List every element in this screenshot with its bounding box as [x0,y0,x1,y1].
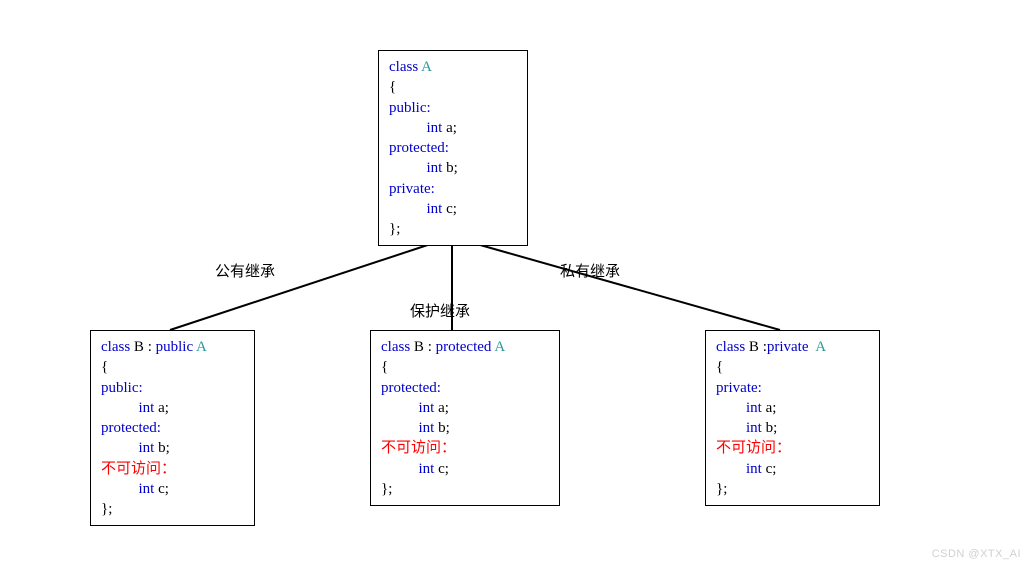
watermark-text: CSDN @XTX_AI [932,548,1021,560]
brace-open: { [389,77,517,97]
class-a-box: class A { public: int a; protected: int … [378,50,528,246]
inaccessible-label: 不可访问： [101,459,244,479]
member-b: b; [446,160,458,176]
access-public: public: [389,98,517,118]
member-a: a; [446,120,457,136]
keyword-class: class [389,59,421,75]
member-c: c; [446,201,457,217]
class-b-private-box: class B :private A { private: int a; int… [705,330,880,506]
brace-close: }; [389,219,517,239]
label-protected-inherit: 保护继承 [410,300,470,321]
access-private: private: [389,179,517,199]
label-private-inherit: 私有继承 [560,260,620,281]
access-protected: protected: [389,138,517,158]
class-b-public-box: class B : public A { public: int a; prot… [90,330,255,526]
inaccessible-label: 不可访问： [716,438,869,458]
inaccessible-label: 不可访问： [381,438,549,458]
class-name-a: A [421,59,432,75]
keyword-protected: protected [436,339,495,355]
keyword-public: public [156,339,196,355]
class-b-protected-box: class B : protected A { protected: int a… [370,330,560,506]
label-public-inherit: 公有继承 [215,260,275,281]
keyword-private: private [767,339,815,355]
class-name-b: B [134,339,144,355]
